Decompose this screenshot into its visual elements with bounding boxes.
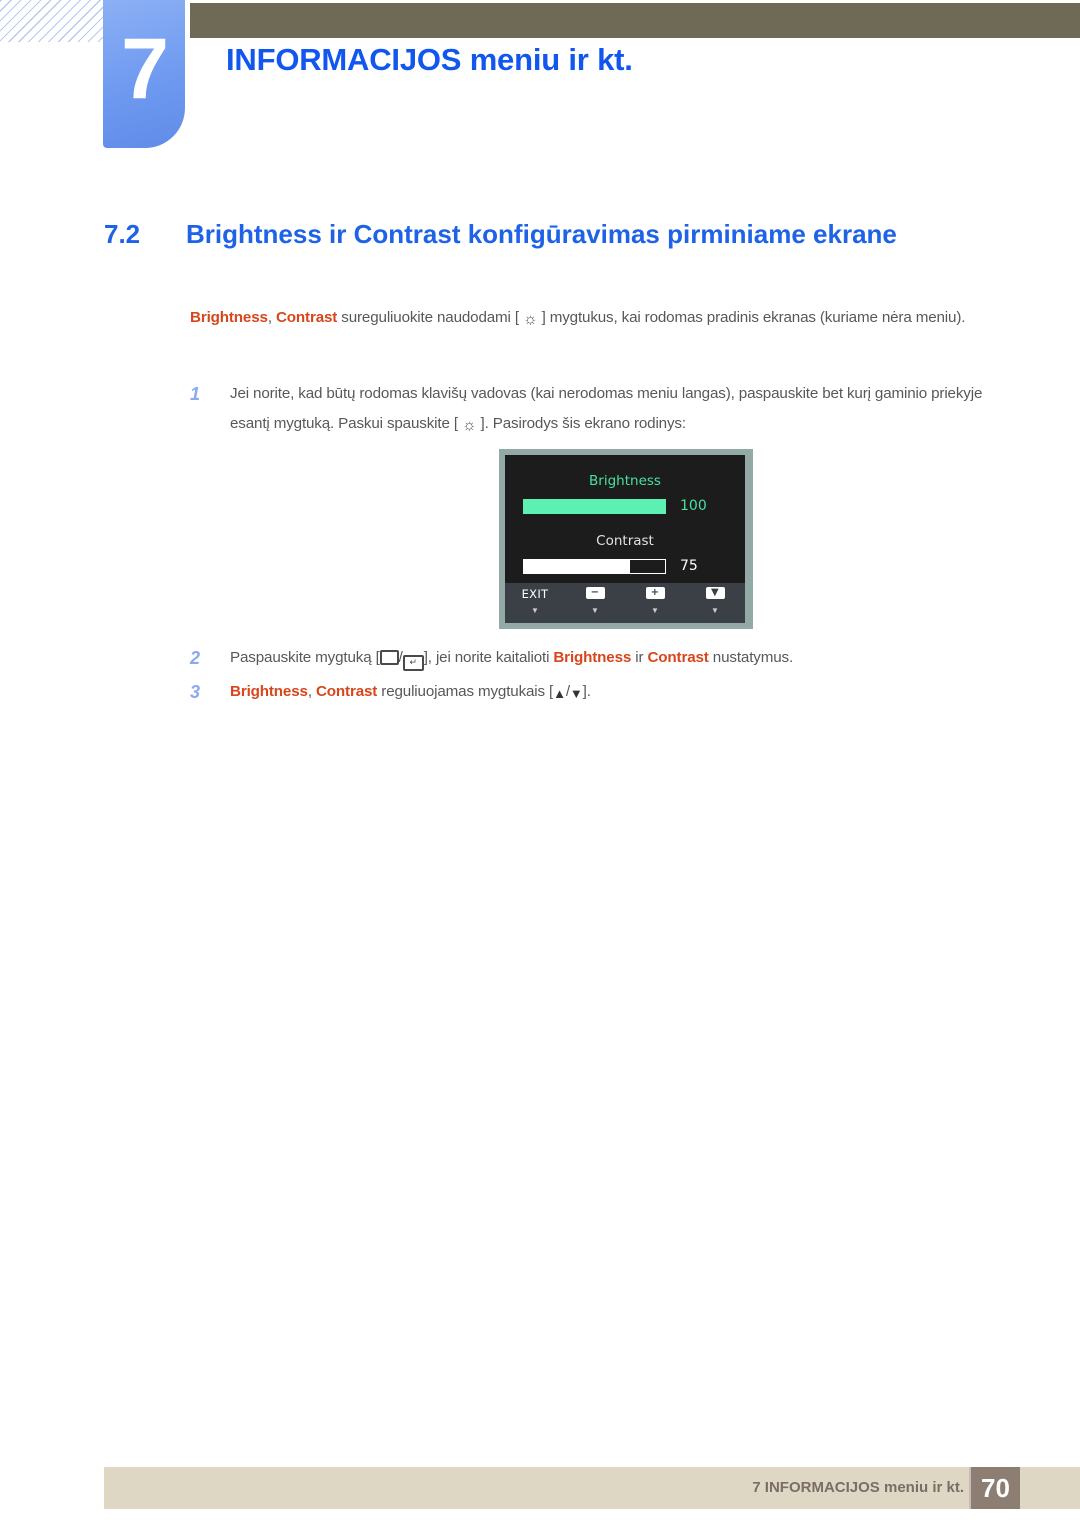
- menu-rect-icon: [379, 650, 399, 665]
- osd-key-down[interactable]: ▼ ▼: [685, 583, 745, 623]
- step-body: Paspauskite mygtuką [/ ↵], jei norite kai…: [230, 643, 1002, 673]
- step3-separator: ,: [307, 683, 316, 700]
- osd-brightness-fill: [523, 498, 666, 514]
- triangle-down-icon: ▼: [569, 686, 583, 701]
- step-item: 3 Brightness, Contrast reguliuojamas myg…: [190, 677, 1002, 707]
- triangle-up-icon: ▲: [553, 686, 566, 701]
- osd-key-plus[interactable]: + ▼: [625, 583, 685, 623]
- osd-brightness-track[interactable]: [523, 498, 666, 514]
- osd-contrast-fill: [524, 559, 630, 573]
- triangle-down-icon: ▼: [705, 587, 725, 599]
- osd-contrast-track[interactable]: [523, 558, 666, 574]
- step-body: Jei norite, kad būtų rodomas klavišų vad…: [230, 379, 1002, 439]
- step2-text-b: ], jei norite kaitalioti: [423, 649, 554, 666]
- section-number: 7.2: [104, 219, 141, 249]
- osd-key-down-slot: ▼: [705, 587, 725, 602]
- osd-contrast-value: 75: [680, 558, 698, 574]
- osd-brightness-value: 100: [680, 498, 707, 514]
- step3-text-b: ].: [582, 683, 591, 700]
- section-heading: 7.2 Brightness ir Contrast konfigūravimas…: [104, 219, 1020, 250]
- step-number: 3: [190, 682, 200, 702]
- footer-chapter-label: 7 INFORMACIJOS meniu ir kt.: [752, 1479, 964, 1496]
- chapter-number: 7: [121, 21, 169, 117]
- intro-text-a: sureguliuokite naudodami [: [337, 309, 523, 326]
- step-item: 2 Paspauskite mygtuką [/ ↵], jei norite k…: [190, 643, 1002, 673]
- osd-contrast-label: Contrast: [596, 533, 654, 549]
- osd-key-exit[interactable]: EXIT ▼: [505, 583, 565, 623]
- keyword-brightness: Brightness: [553, 649, 632, 666]
- brightness-sun-icon: ☼: [522, 311, 538, 328]
- osd-screenshot: Brightness 100 Contrast 75 EXIT ▼ − ▼ + …: [499, 449, 753, 629]
- step2-text-a: Paspauskite mygtuką [: [230, 649, 380, 666]
- minus-icon: −: [585, 587, 605, 599]
- plus-icon: +: [645, 587, 665, 599]
- step-body: Brightness, Contrast reguliuojamas mygtu…: [230, 677, 1002, 707]
- intro-paragraph: Brightness, Contrast sureguliuokite naud…: [190, 303, 1002, 333]
- page-footer: 7 INFORMACIJOS meniu ir kt. 70: [104, 1467, 1080, 1509]
- intro-text-b: ] mygtukus, kai rodomas pradinis ekranas…: [537, 309, 966, 326]
- step1-text-b: ]. Pasirodys šis ekrano rodinys:: [476, 415, 687, 432]
- osd-key-plus-slot: +: [645, 587, 665, 602]
- osd-key-minus-slot: −: [585, 587, 605, 602]
- section-title: Brightness ir Contrast konfigūravimas pi…: [186, 219, 897, 249]
- corner-hatch-pattern: [0, 0, 103, 42]
- osd-key-minus[interactable]: − ▼: [565, 583, 625, 623]
- caret-down-icon: ▼: [591, 606, 599, 615]
- chapter-title: INFORMACIJOS meniu ir kt.: [226, 42, 633, 77]
- caret-down-icon: ▼: [651, 606, 659, 615]
- osd-brightness-label: Brightness: [589, 473, 661, 489]
- page-number: 70: [969, 1467, 1020, 1509]
- osd-key-exit-label: EXIT: [521, 587, 549, 601]
- step-number: 1: [190, 384, 200, 404]
- step-number: 2: [190, 648, 200, 668]
- caret-down-icon: ▼: [711, 606, 719, 615]
- osd-key-guide: EXIT ▼ − ▼ + ▼ ▼ ▼: [505, 583, 745, 623]
- keyword-contrast: Contrast: [647, 649, 709, 666]
- keyword-brightness: Brightness: [230, 683, 308, 700]
- caret-down-icon: ▼: [531, 606, 539, 615]
- keyword-brightness: Brightness: [190, 309, 268, 326]
- keyword-contrast: Contrast: [315, 683, 378, 700]
- osd-contrast-row: 75: [523, 557, 737, 575]
- step2-text-c: ir: [631, 649, 648, 666]
- intro-separator: ,: [267, 309, 276, 326]
- osd-screen: Brightness 100 Contrast 75 EXIT ▼ − ▼ + …: [505, 455, 745, 623]
- osd-brightness-row: 100: [523, 497, 737, 515]
- step-item: 1 Jei norite, kad būtų rodomas klavišų v…: [190, 379, 1002, 439]
- brightness-sun-icon: ☼: [461, 417, 477, 434]
- keyword-contrast: Contrast: [275, 309, 338, 326]
- step2-text-d: nustatymus.: [708, 649, 794, 666]
- chapter-header-bar: [190, 3, 1080, 38]
- step3-text-a: reguliuojamas mygtukais [: [377, 683, 554, 700]
- enter-rect-icon: ↵: [402, 655, 424, 671]
